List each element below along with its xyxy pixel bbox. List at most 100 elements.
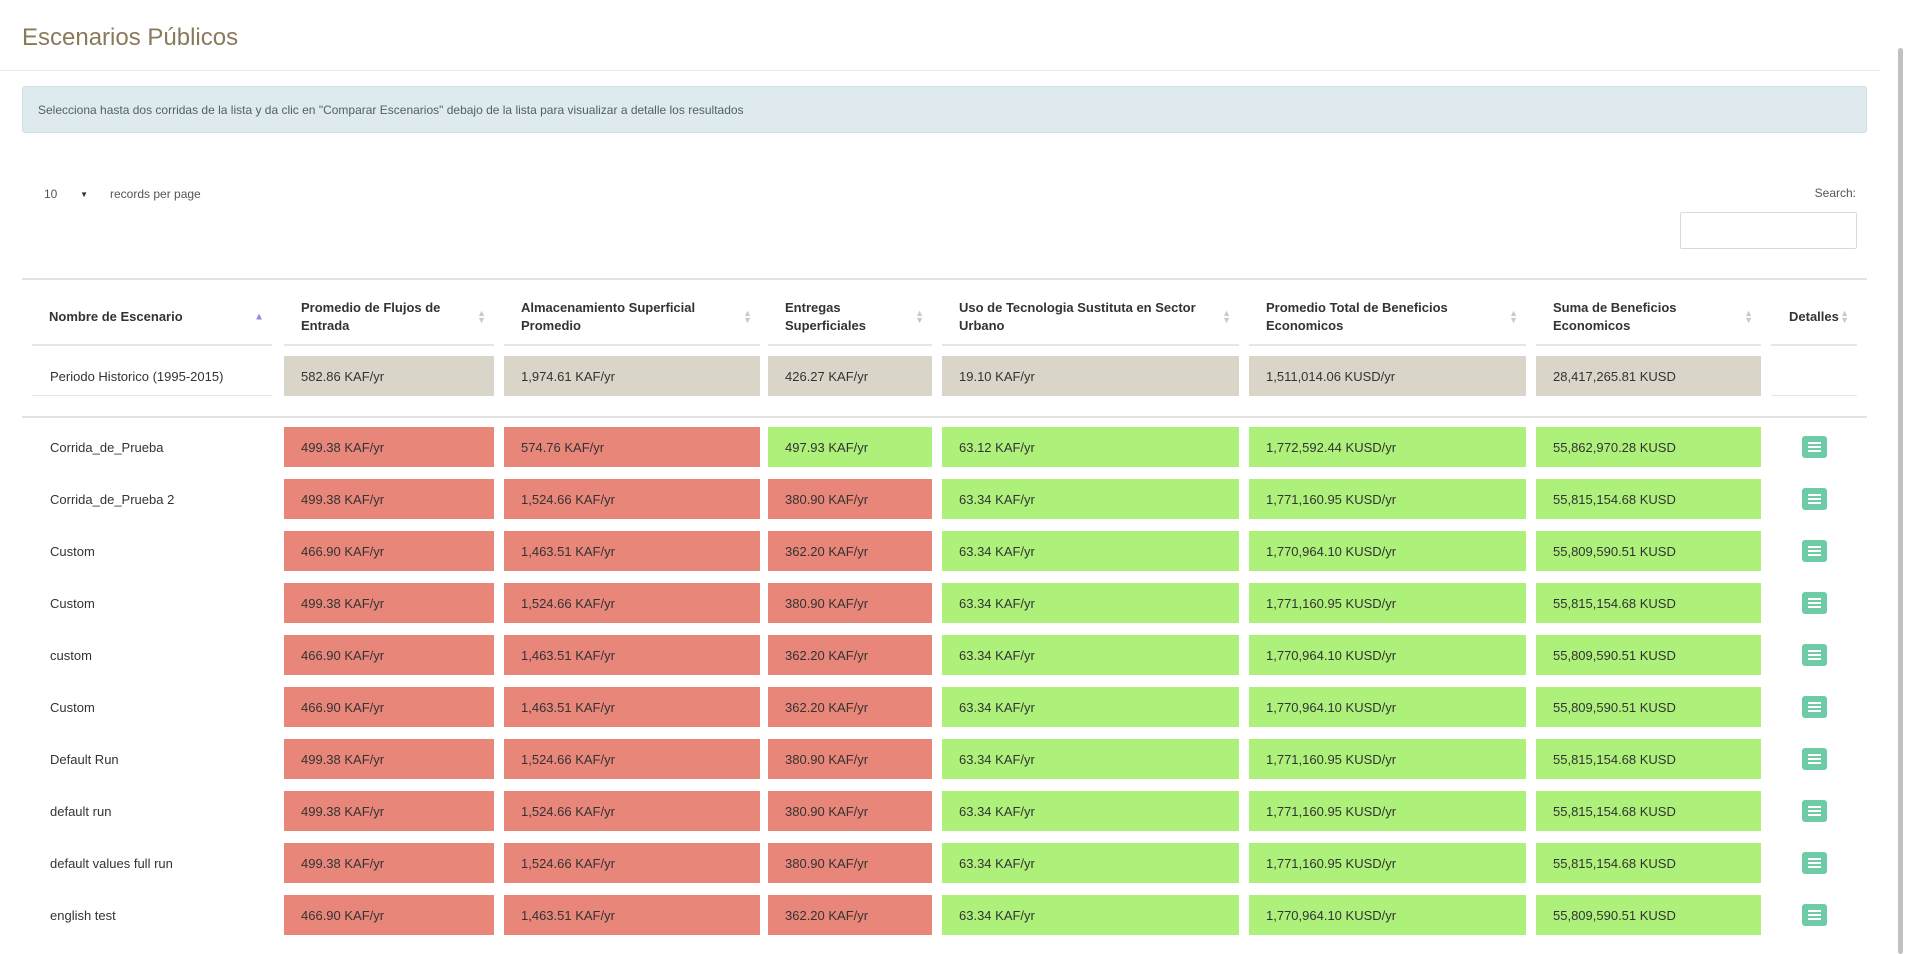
scrollbar-thumb[interactable] [1898, 48, 1903, 954]
list-icon-line [1808, 450, 1821, 452]
list-icon-line [1808, 494, 1821, 496]
scenario-value-cell: 1,463.51 KAF/yr [504, 635, 760, 675]
scenario-name: custom [50, 647, 92, 663]
scenario-value-cell: 55,809,590.51 KUSD [1536, 531, 1761, 571]
column-header-5[interactable]: Uso de Tecnologia Sustituta en Sector Ur… [942, 290, 1239, 346]
historic-cell: 19.10 KAF/yr [942, 356, 1239, 396]
list-icon-line [1808, 502, 1821, 504]
scenario-name: Custom [50, 595, 95, 611]
list-icon-line [1808, 606, 1821, 608]
list-icon-line [1808, 650, 1821, 652]
scenario-value-cell: 362.20 KAF/yr [768, 635, 932, 675]
scenario-value-cell: 499.38 KAF/yr [284, 791, 494, 831]
scenario-value-cell: 63.12 KAF/yr [942, 427, 1239, 467]
scenario-value-cell: 63.34 KAF/yr [942, 479, 1239, 519]
scenario-value-cell: 1,771,160.95 KUSD/yr [1249, 739, 1526, 779]
search-input[interactable] [1680, 212, 1857, 249]
scenario-value-cell: 1,771,160.95 KUSD/yr [1249, 479, 1526, 519]
details-button[interactable] [1802, 800, 1827, 822]
list-icon-line [1808, 546, 1821, 548]
scenario-value-cell: 380.90 KAF/yr [768, 791, 932, 831]
historic-section-divider [22, 416, 1867, 418]
list-icon-line [1808, 914, 1821, 916]
scenario-value-cell: 63.34 KAF/yr [942, 895, 1239, 935]
list-icon-line [1808, 554, 1821, 556]
historic-row-divider [1771, 395, 1857, 396]
scenario-value-cell: 55,815,154.68 KUSD [1536, 479, 1761, 519]
page-length-select[interactable]: 10 ▼ [34, 184, 94, 204]
scenario-value-cell: 362.20 KAF/yr [768, 687, 932, 727]
sort-icon: ▲ ▼ [1744, 308, 1753, 325]
scenario-value-cell: 63.34 KAF/yr [942, 531, 1239, 571]
details-button[interactable] [1802, 644, 1827, 666]
scenario-name: english test [50, 907, 116, 923]
scenario-value-cell: 499.38 KAF/yr [284, 583, 494, 623]
scenario-value-cell: 55,862,970.28 KUSD [1536, 427, 1761, 467]
info-alert: Selecciona hasta dos corridas de la list… [22, 86, 1867, 133]
scenario-value-cell: 55,809,590.51 KUSD [1536, 635, 1761, 675]
scenario-value-cell: 380.90 KAF/yr [768, 583, 932, 623]
column-header-7[interactable]: Suma de Beneficios Economicos ▲ ▼ [1536, 290, 1761, 346]
historic-cell: 426.27 KAF/yr [768, 356, 932, 396]
sort-icon: ▲ ▼ [1840, 308, 1849, 325]
column-header-label: Promedio Total de Beneficios Economicos [1266, 300, 1448, 333]
details-button[interactable] [1802, 488, 1827, 510]
scenario-value-cell: 499.38 KAF/yr [284, 843, 494, 883]
column-header-label: Promedio de Flujos de Entrada [301, 300, 441, 333]
scenario-name: default values full run [50, 855, 173, 871]
list-icon-line [1808, 858, 1821, 860]
scenario-value-cell: 55,815,154.68 KUSD [1536, 583, 1761, 623]
scenarios-panel: Escenarios Públicos Selecciona hasta dos… [0, 0, 1880, 954]
scenario-value-cell: 55,809,590.51 KUSD [1536, 687, 1761, 727]
scenario-value-cell: 1,770,964.10 KUSD/yr [1249, 635, 1526, 675]
list-icon-line [1808, 910, 1821, 912]
column-header-1[interactable]: Nombre de Escenario ▲ [32, 290, 272, 346]
scenario-value-cell: 380.90 KAF/yr [768, 843, 932, 883]
list-icon-line [1808, 762, 1821, 764]
scenario-value-cell: 499.38 KAF/yr [284, 427, 494, 467]
details-button[interactable] [1802, 540, 1827, 562]
scenario-value-cell: 55,815,154.68 KUSD [1536, 739, 1761, 779]
scenario-value-cell: 466.90 KAF/yr [284, 895, 494, 935]
details-button[interactable] [1802, 592, 1827, 614]
sort-icon: ▲ ▼ [915, 308, 924, 325]
title-divider [0, 70, 1880, 71]
records-per-page-label: records per page [110, 187, 201, 201]
chevron-down-icon: ▼ [80, 189, 88, 199]
list-icon-line [1808, 658, 1821, 660]
column-header-label: Almacenamiento Superficial Promedio [521, 300, 696, 333]
column-header-2[interactable]: Promedio de Flujos de Entrada ▲ ▼ [284, 290, 494, 346]
list-icon-line [1808, 602, 1821, 604]
column-header-8[interactable]: Detalles ▲ ▼ [1771, 290, 1857, 346]
scenario-value-cell: 1,524.66 KAF/yr [504, 791, 760, 831]
sort-icon: ▲ ▼ [1222, 308, 1231, 325]
details-button[interactable] [1802, 696, 1827, 718]
details-button[interactable] [1802, 904, 1827, 926]
historic-cell: 582.86 KAF/yr [284, 356, 494, 396]
column-header-3[interactable]: Almacenamiento Superficial Promedio ▲ ▼ [504, 290, 760, 346]
details-button[interactable] [1802, 436, 1827, 458]
list-icon-line [1808, 710, 1821, 712]
scenario-value-cell: 499.38 KAF/yr [284, 739, 494, 779]
scenario-value-cell: 1,463.51 KAF/yr [504, 687, 760, 727]
search-label: Search: [1814, 186, 1856, 200]
historic-cell: 1,974.61 KAF/yr [504, 356, 760, 396]
list-icon-line [1808, 706, 1821, 708]
list-icon-line [1808, 446, 1821, 448]
column-header-label: Entregas Superficiales [785, 300, 866, 333]
column-header-label: Detalles [1789, 309, 1839, 324]
scenario-value-cell: 55,815,154.68 KUSD [1536, 791, 1761, 831]
historic-row-divider [32, 395, 272, 396]
scenario-name: Custom [50, 543, 95, 559]
scenario-value-cell: 1,524.66 KAF/yr [504, 739, 760, 779]
scenario-value-cell: 1,524.66 KAF/yr [504, 583, 760, 623]
column-header-4[interactable]: Entregas Superficiales ▲ ▼ [768, 290, 932, 346]
list-icon-line [1808, 810, 1821, 812]
details-button[interactable] [1802, 748, 1827, 770]
vertical-scrollbar[interactable] [1888, 0, 1906, 954]
sort-icon: ▲ ▼ [743, 308, 752, 325]
table-top-divider [22, 278, 1867, 280]
list-icon-line [1808, 598, 1821, 600]
details-button[interactable] [1802, 852, 1827, 874]
column-header-6[interactable]: Promedio Total de Beneficios Economicos ▲… [1249, 290, 1526, 346]
